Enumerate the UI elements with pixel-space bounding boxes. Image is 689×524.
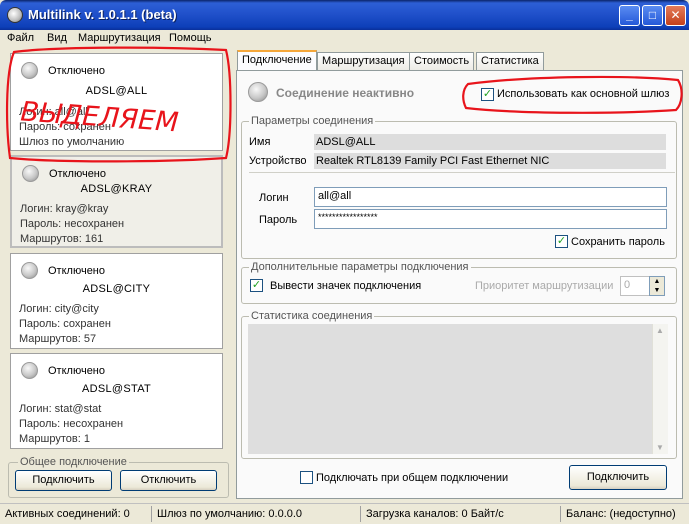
routing-priority-label: Приоритет маршрутизации: [475, 280, 614, 292]
connection-routes: Маршрутов: 1: [19, 433, 90, 445]
connection-password: Пароль: сохранен: [19, 318, 111, 330]
connection-status: Отключено: [48, 365, 105, 377]
device-label: Устройство: [249, 155, 307, 167]
status-led-icon: [21, 362, 38, 379]
password-input[interactable]: *****************: [314, 209, 667, 229]
connection-card-kray[interactable]: Отключено ADSL@KRAY Логин: kray@kray Пар…: [10, 155, 223, 248]
connection-card-stat[interactable]: Отключено ADSL@STAT Логин: stat@stat Пар…: [10, 353, 223, 449]
status-led-icon: [22, 165, 39, 182]
show-icon-label: Вывести значек подключения: [270, 280, 422, 292]
general-connection-title: Общее подключение: [18, 456, 129, 468]
status-bar: Активных соединений: 0 Шлюз по умолчанию…: [0, 503, 689, 524]
save-password-checkbox[interactable]: ✓: [555, 235, 568, 248]
red-highlight-annotation-checkbox: [462, 75, 683, 114]
connection-login: Логин: city@city: [19, 303, 99, 315]
routing-priority-input[interactable]: 0: [620, 276, 650, 296]
connection-state-led-icon: [248, 82, 268, 102]
connect-button[interactable]: Подключить: [569, 465, 667, 490]
connect-on-general-checkbox[interactable]: [300, 471, 313, 484]
connection-password: Пароль: несохранен: [20, 218, 125, 230]
connect-on-general-label: Подключать при общем подключении: [316, 472, 509, 484]
connection-routes: Маршрутов: 161: [20, 233, 104, 245]
general-connect-button[interactable]: Подключить: [15, 470, 112, 491]
menu-file[interactable]: Файл: [7, 32, 34, 44]
status-led-icon: [21, 262, 38, 279]
connection-login: Логин: kray@kray: [20, 203, 109, 215]
menu-routing[interactable]: Маршрутизация: [78, 32, 161, 44]
password-label: Пароль: [259, 214, 298, 226]
general-disconnect-button[interactable]: Отключить: [120, 470, 217, 491]
connection-password: Пароль: несохранен: [19, 418, 124, 430]
menu-help[interactable]: Помощь: [169, 32, 212, 44]
divider: [249, 172, 675, 173]
red-highlight-annotation: ВЫДЕЛЯЕМ: [5, 46, 232, 163]
connection-name: ADSL@STAT: [81, 383, 152, 395]
tab-routing[interactable]: Маршрутизация: [317, 52, 410, 70]
maximize-button[interactable]: □: [642, 5, 663, 26]
close-button[interactable]: ✕: [665, 5, 686, 26]
connection-login: Логин: stat@stat: [19, 403, 102, 415]
connection-status: Отключено: [48, 265, 105, 277]
statistics-title: Статистика соединения: [249, 310, 375, 322]
connection-name: ADSL@KRAY: [80, 183, 153, 195]
status-separator: [560, 506, 561, 522]
connection-routes: Маршрутов: 57: [19, 333, 97, 345]
connection-params-title: Параметры соединения: [249, 115, 376, 127]
tab-statistics[interactable]: Статистика: [476, 52, 544, 70]
active-connections-status: Активных соединений: 0: [5, 508, 130, 520]
scroll-down-icon[interactable]: ▼: [656, 443, 664, 452]
balance-status: Баланс: (недоступно): [566, 508, 676, 520]
annotation-text: ВЫДЕЛЯЕМ: [20, 96, 180, 138]
connection-name: ADSL@CITY: [82, 283, 151, 295]
show-icon-checkbox[interactable]: ✓: [250, 279, 263, 292]
save-password-label: Сохранить пароль: [571, 236, 665, 248]
device-value: Realtek RTL8139 Family PCI Fast Ethernet…: [314, 153, 666, 169]
channel-load-status: Загрузка каналов: 0 Байт/с: [366, 508, 504, 520]
status-separator: [151, 506, 152, 522]
connection-card-city[interactable]: Отключено ADSL@CITY Логин: city@city Пар…: [10, 253, 223, 349]
login-label: Логин: [259, 192, 289, 204]
default-gateway-status: Шлюз по умолчанию: 0.0.0.0: [157, 508, 303, 520]
name-value: ADSL@ALL: [314, 134, 666, 150]
menu-view[interactable]: Вид: [47, 32, 67, 44]
login-input[interactable]: all@all: [314, 187, 667, 207]
name-label: Имя: [249, 136, 271, 148]
connection-status: Отключено: [49, 168, 106, 180]
scroll-up-icon[interactable]: ▲: [656, 326, 664, 335]
priority-spinner-icon[interactable]: ▲ ▼: [649, 276, 665, 296]
minimize-button[interactable]: _: [619, 5, 640, 26]
statistics-scrollbar[interactable]: ▲ ▼: [652, 324, 668, 454]
tab-connection[interactable]: Подключение: [237, 50, 317, 71]
extra-params-title: Дополнительные параметры подключения: [249, 261, 471, 273]
title-bar[interactable]: Multilink v. 1.0.1.1 (beta) _ □ ✕: [0, 0, 689, 30]
window-title: Multilink v. 1.0.1.1 (beta): [28, 7, 177, 22]
tab-cost[interactable]: Стоимость: [409, 52, 475, 70]
statistics-area: [248, 324, 652, 454]
app-icon: [7, 7, 23, 23]
status-separator: [360, 506, 361, 522]
connection-state-text: Соединение неактивно: [276, 86, 415, 100]
